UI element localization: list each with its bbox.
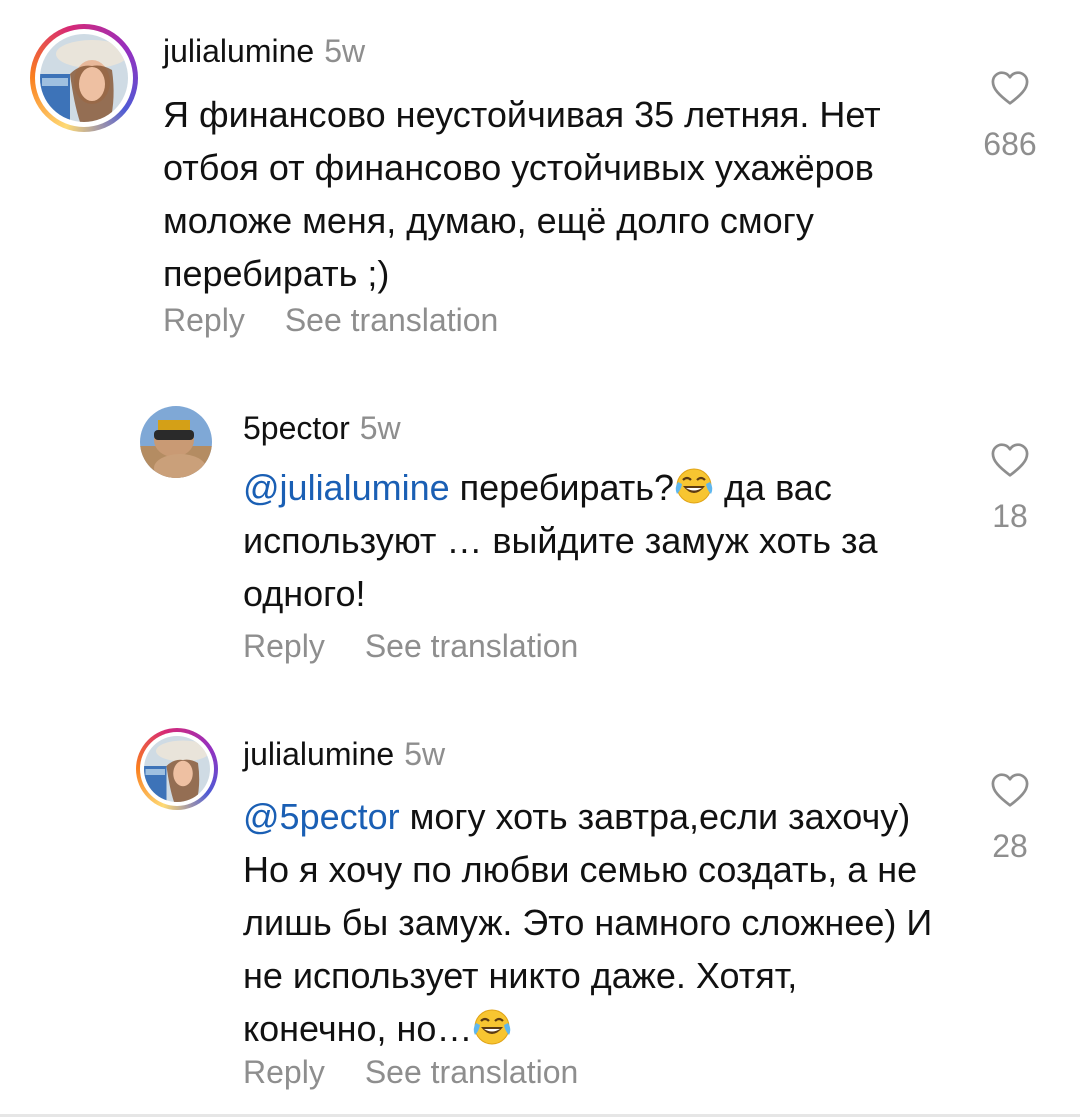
see-translation-button[interactable]: See translation [285, 302, 498, 339]
username[interactable]: 5pector [243, 410, 350, 446]
heart-icon[interactable] [990, 442, 1030, 478]
timestamp: 5w [359, 410, 401, 446]
comment-text: @5pector могу хоть завтра,если захочу) Н… [243, 796, 933, 1049]
comment-3: julialumine 5w @5pector могу хоть завтра,… [0, 720, 1080, 1114]
mention-link[interactable]: @julialumine [243, 467, 450, 508]
see-translation-button[interactable]: See translation [365, 1054, 578, 1091]
username[interactable]: julialumine [163, 33, 314, 69]
reply-button[interactable]: Reply [243, 1054, 325, 1091]
heart-icon[interactable] [990, 70, 1030, 106]
avatar[interactable] [30, 24, 138, 132]
like-count: 18 [992, 498, 1028, 534]
heart-icon[interactable] [990, 772, 1030, 808]
reply-button[interactable]: Reply [243, 628, 325, 665]
comment-1: julialumine 5w Я финансово неустойчивая 3… [0, 0, 1080, 360]
comment-text: Я финансово неустойчивая 35 летняя. Нет … [163, 94, 881, 294]
reply-button[interactable]: Reply [163, 302, 245, 339]
avatar[interactable] [140, 406, 212, 478]
laughing-emoji-icon [674, 466, 714, 506]
see-translation-button[interactable]: See translation [365, 628, 578, 665]
laughing-emoji-icon [472, 1007, 512, 1047]
avatar[interactable] [136, 728, 218, 810]
comment-2: 5pector 5w @julialumine перебирать? да ва… [0, 390, 1080, 710]
comment-text: @julialumine перебирать? да вас использу… [243, 466, 878, 614]
like-count: 28 [992, 828, 1028, 864]
timestamp: 5w [404, 736, 446, 772]
like-count: 686 [983, 126, 1037, 162]
timestamp: 5w [324, 33, 366, 69]
mention-link[interactable]: @5pector [243, 796, 400, 837]
username[interactable]: julialumine [243, 736, 394, 772]
